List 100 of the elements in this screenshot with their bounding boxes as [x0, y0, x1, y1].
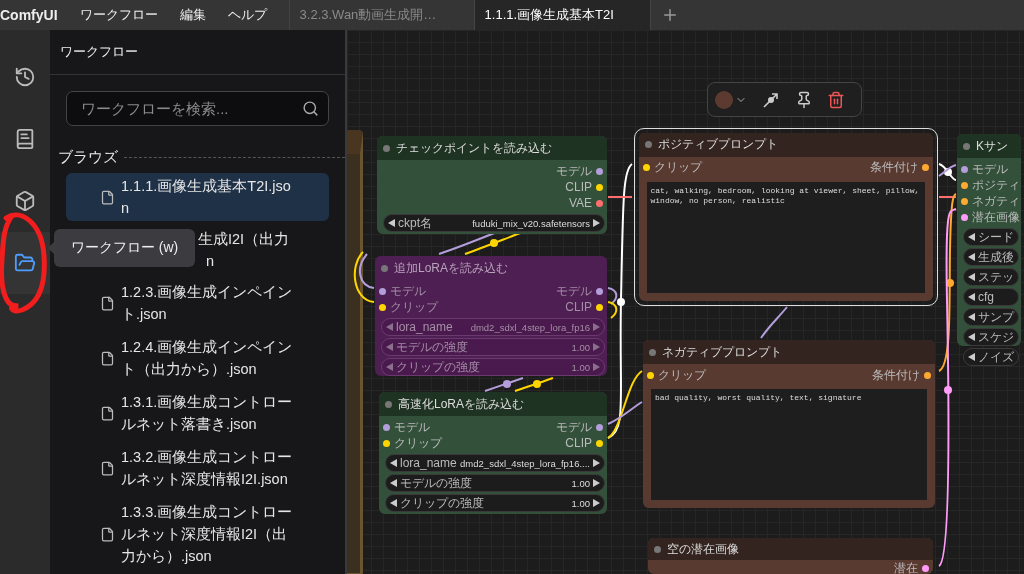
file-item[interactable]: 1.2.3.画像生成インペイント.json [66, 279, 329, 327]
file-icon [100, 460, 115, 476]
file-item[interactable]: 1.3.1.画像生成コントロールネット落書き.json [66, 389, 329, 437]
port-label: 条件付け [869, 159, 918, 176]
input-port[interactable] [379, 303, 386, 311]
input-port[interactable] [383, 423, 390, 431]
trash-icon[interactable] [827, 90, 845, 109]
widget-control[interactable]: 生成後 [963, 248, 1019, 266]
color-picker-button[interactable] [715, 90, 747, 109]
node-card[interactable]: 高速化LoRAを読み込む モデル モデル クリップ CLIP lora_name dmd2_sdxl_4step_lora_fp16.... モデルの強度 1.00 クリップの強度 1.00 [379, 392, 607, 514]
connection-wire[interactable] [607, 287, 618, 305]
node-card[interactable]: ポジティブプロンプト クリップ 条件付け cat, walking, bedroom, looking at viewer, sheet, pillow, window, no person, realistic [633, 127, 938, 306]
right-arrow-icon[interactable] [593, 479, 600, 487]
widget-control[interactable]: モデルの強度 1.00 [385, 474, 605, 492]
output-port[interactable] [596, 423, 603, 431]
widget-control[interactable]: ステッ [963, 268, 1019, 286]
connection-wire[interactable] [938, 193, 957, 372]
node-card[interactable]: ネガティブプロンプト クリップ 条件付け bad quality, worst quality, text, signature [643, 340, 935, 508]
left-arrow-icon[interactable] [968, 273, 975, 281]
file-item[interactable]: 生成I2I（出力 [198, 228, 290, 250]
panel-title: ワークフロー [50, 30, 345, 75]
widget-control[interactable]: ノイズ [963, 348, 1019, 366]
output-port[interactable] [921, 164, 929, 171]
left-arrow-icon[interactable] [390, 499, 397, 507]
file-item[interactable]: 1.3.2.画像生成コントロールネット深度情報I2I.json [66, 444, 329, 492]
search-field[interactable]: ワークフローを検索... [66, 91, 329, 126]
input-port[interactable] [647, 371, 654, 379]
port-label: 条件付け [872, 366, 920, 384]
port-label: モデル [556, 162, 592, 180]
connection-wire[interactable] [938, 208, 957, 567]
status-dot [649, 348, 656, 356]
output-port[interactable] [922, 564, 929, 572]
left-arrow-icon[interactable] [968, 293, 975, 301]
input-port[interactable] [961, 213, 968, 221]
input-port[interactable] [961, 197, 968, 205]
input-port[interactable] [961, 165, 968, 173]
output-port[interactable] [596, 183, 603, 191]
port-label: モデル [972, 160, 1008, 178]
connection-wire[interactable] [358, 253, 375, 289]
prompt-text-area[interactable]: cat, walking, bedroom, looking at viewer, sheet, pillow, window, no person, realistic [646, 181, 925, 293]
port-label: CLIP [565, 180, 592, 194]
node-title: 空の潜在画像 [667, 540, 739, 558]
connection-wire[interactable] [760, 306, 788, 339]
node-card[interactable]: チェックポイントを読み込む モデル CLIP VAE ckpt名 fuduki_mix_v20.safetensors [377, 136, 607, 234]
port-label: 潜在画像 [972, 208, 1020, 226]
port-label: モデル [390, 282, 426, 300]
output-port[interactable] [596, 287, 603, 295]
search-icon[interactable] [302, 100, 319, 117]
output-port[interactable] [924, 371, 931, 379]
connection-wire[interactable] [938, 164, 957, 177]
output-port[interactable] [596, 167, 603, 175]
file-item[interactable]: 1.3.3.画像生成コントロールネット深度情報I2I（出力から）.json [66, 499, 329, 569]
port-label: VAE [568, 196, 592, 210]
status-dot [644, 141, 652, 148]
file-icon [100, 350, 115, 366]
file-icon [100, 405, 115, 421]
connection-wire[interactable] [484, 377, 524, 392]
input-port[interactable] [642, 164, 650, 171]
workflow-tab[interactable]: 1.1.1.画像生成基本T2I [473, 0, 650, 30]
node-card[interactable]: 追加LoRAを読み込む モデル モデル クリップ CLIP lora_name dmd2_sdxl_4step_lora_fp16 モデルの強度 1.00 クリップの強度 1.00 [375, 256, 607, 376]
connection-wire[interactable] [607, 196, 633, 198]
input-port[interactable] [961, 181, 968, 189]
left-arrow-icon[interactable] [968, 333, 975, 341]
menu-item[interactable]: ヘルプ [227, 6, 267, 24]
output-port[interactable] [596, 439, 603, 447]
file-item[interactable]: 1.1.1.画像生成基本T2I.json [66, 173, 329, 221]
right-arrow-icon[interactable] [593, 459, 600, 467]
port-label: クリップ [658, 366, 706, 384]
input-port[interactable] [383, 439, 390, 447]
prompt-text-area[interactable]: bad quality, worst quality, text, signature [651, 389, 927, 500]
widget-control[interactable]: サンプ [963, 308, 1019, 326]
input-port[interactable] [379, 287, 386, 295]
widget-control[interactable]: ckpt名 fuduki_mix_v20.safetensors [383, 214, 605, 232]
left-arrow-icon[interactable] [968, 233, 975, 241]
menu-item[interactable]: 編集 [179, 6, 206, 24]
status-dot [385, 400, 392, 408]
output-port[interactable] [596, 303, 603, 311]
app-logo[interactable]: ComfyUI [0, 7, 58, 23]
pin-icon[interactable] [795, 90, 813, 109]
file-item[interactable]: 1.2.4.画像生成インペイント（出力から）.json [66, 334, 329, 382]
port-label: 潜在 [894, 559, 918, 574]
left-arrow-icon[interactable] [388, 219, 395, 227]
connection-wire[interactable] [607, 401, 643, 425]
file-item[interactable]: n [206, 250, 215, 272]
left-arrow-icon[interactable] [390, 479, 397, 487]
widget-control[interactable]: スケジ [963, 328, 1019, 346]
right-arrow-icon[interactable] [593, 499, 600, 507]
left-arrow-icon[interactable] [968, 253, 975, 261]
left-arrow-icon[interactable] [968, 353, 975, 361]
node-card[interactable]: 空の潜在画像 潜在 [648, 538, 933, 574]
left-arrow-icon[interactable] [390, 459, 397, 467]
left-arrow-icon[interactable] [968, 313, 975, 321]
right-arrow-icon[interactable] [593, 219, 600, 227]
widget-control[interactable]: クリップの強度 1.00 [385, 494, 605, 512]
menu-item[interactable]: ワークフロー [79, 6, 158, 24]
widget-control[interactable]: シード [963, 228, 1019, 246]
widget-control[interactable]: lora_name dmd2_sdxl_4step_lora_fp16.... [385, 454, 605, 472]
widget-control[interactable]: cfg [963, 288, 1019, 306]
folder-icon [14, 252, 36, 274]
file-icon [100, 526, 115, 542]
